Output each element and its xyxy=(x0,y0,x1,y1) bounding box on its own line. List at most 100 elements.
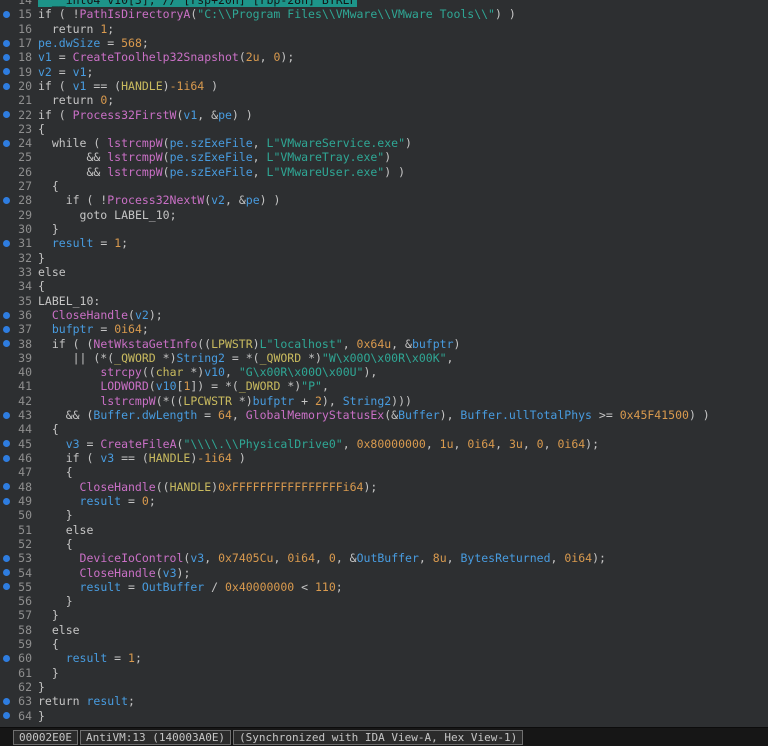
code-line[interactable]: 55 result = OutBuffer / 0x40000000 < 110… xyxy=(0,580,768,594)
code-line[interactable]: 53 DeviceIoControl(v3, 0x7405Cu, 0i64, 0… xyxy=(0,551,768,565)
code-line[interactable]: 64} xyxy=(0,709,768,723)
code-line[interactable]: 15 if ( !PathIsDirectoryA("C:\\Program Fi… xyxy=(0,7,768,21)
address-dot-icon[interactable] xyxy=(0,497,13,505)
address-dot-icon[interactable] xyxy=(0,569,13,577)
code-text[interactable]: { xyxy=(32,465,73,479)
code-text[interactable]: } xyxy=(32,709,45,723)
code-text[interactable]: if ( (NetWkstaGetInfo((LPWSTR)L"localhos… xyxy=(32,337,461,351)
code-line[interactable]: 39 || (*(_QWORD *)String2 = *(_QWORD *)"… xyxy=(0,351,768,365)
address-dot-icon[interactable] xyxy=(0,712,13,720)
code-text[interactable]: bufptr = 0i64; xyxy=(32,322,149,336)
code-text[interactable]: goto LABEL_10; xyxy=(32,208,177,222)
code-line[interactable]: 18 v1 = CreateToolhelp32Snapshot(2u, 0); xyxy=(0,50,768,64)
code-text[interactable]: result = 1; xyxy=(32,651,142,665)
address-dot-icon[interactable] xyxy=(0,583,13,591)
code-text[interactable]: CloseHandle(v2); xyxy=(32,308,163,322)
code-line[interactable]: 59 { xyxy=(0,637,768,651)
address-dot-icon[interactable] xyxy=(0,139,13,147)
code-line[interactable]: 30 } xyxy=(0,222,768,236)
address-dot-icon[interactable] xyxy=(0,53,13,61)
code-line[interactable]: 42 lstrcmpW(*((LPCWSTR *)bufptr + 2), St… xyxy=(0,394,768,408)
code-line[interactable]: 52 { xyxy=(0,537,768,551)
code-text[interactable]: if ( !PathIsDirectoryA("C:\\Program File… xyxy=(32,7,516,21)
code-line[interactable]: 35 LABEL_10: xyxy=(0,294,768,308)
code-line[interactable]: 40 strcpy((char *)v10, "G\x00R\x00O\x00U… xyxy=(0,365,768,379)
code-text[interactable]: CloseHandle((HANDLE)0xFFFFFFFFFFFFFFFFi6… xyxy=(32,480,378,494)
code-text[interactable]: } xyxy=(32,594,73,608)
code-line[interactable]: 44 { xyxy=(0,422,768,436)
code-line[interactable]: 37 bufptr = 0i64; xyxy=(0,322,768,336)
code-line[interactable]: 43 && (Buffer.dwLength = 64, GlobalMemor… xyxy=(0,408,768,422)
code-line[interactable]: 62} xyxy=(0,680,768,694)
code-line[interactable]: 48 CloseHandle((HANDLE)0xFFFFFFFFFFFFFFF… xyxy=(0,480,768,494)
address-dot-icon[interactable] xyxy=(0,454,13,462)
code-line[interactable]: 49 result = 0; xyxy=(0,494,768,508)
code-text[interactable]: && (Buffer.dwLength = 64, GlobalMemorySt… xyxy=(32,408,710,422)
address-dot-icon[interactable] xyxy=(0,655,13,663)
code-text[interactable]: { xyxy=(32,537,73,551)
code-line[interactable]: 51 else xyxy=(0,523,768,537)
code-line[interactable]: 14 __int64 v10[3]; // [rsp+20h] [rbp-28h… xyxy=(0,0,768,7)
code-text[interactable]: } xyxy=(32,508,73,522)
address-dot-icon[interactable] xyxy=(0,325,13,333)
code-text[interactable]: return result; xyxy=(32,694,135,708)
code-line[interactable]: 25 && lstrcmpW(pe.szExeFile, L"VMwareTra… xyxy=(0,150,768,164)
code-text[interactable]: DeviceIoControl(v3, 0x7405Cu, 0i64, 0, &… xyxy=(32,551,606,565)
code-text[interactable]: result = 0; xyxy=(32,494,156,508)
code-line[interactable]: 38 if ( (NetWkstaGetInfo((LPWSTR)L"local… xyxy=(0,337,768,351)
code-line[interactable]: 54 CloseHandle(v3); xyxy=(0,566,768,580)
code-text[interactable]: pe.dwSize = 568; xyxy=(32,36,149,50)
code-line[interactable]: 60 result = 1; xyxy=(0,651,768,665)
code-text[interactable]: || (*(_QWORD *)String2 = *(_QWORD *)"W\x… xyxy=(32,351,454,365)
code-text[interactable]: __int64 v10[3]; // [rsp+20h] [rbp-28h] B… xyxy=(32,0,357,7)
code-text[interactable]: lstrcmpW(*((LPCWSTR *)bufptr + 2), Strin… xyxy=(32,394,412,408)
code-area[interactable]: 14 __int64 v10[3]; // [rsp+20h] [rbp-28h… xyxy=(0,0,768,723)
code-line[interactable]: 47 { xyxy=(0,465,768,479)
code-line[interactable]: 31 result = 1; xyxy=(0,236,768,250)
code-line[interactable]: 23 { xyxy=(0,122,768,136)
code-line[interactable]: 56 } xyxy=(0,594,768,608)
code-text[interactable]: v1 = CreateToolhelp32Snapshot(2u, 0); xyxy=(32,50,294,64)
code-text[interactable]: } xyxy=(32,680,45,694)
code-line[interactable]: 45 v3 = CreateFileA("\\\\.\\PhysicalDriv… xyxy=(0,437,768,451)
address-dot-icon[interactable] xyxy=(0,483,13,491)
code-line[interactable]: 58 else xyxy=(0,623,768,637)
code-line[interactable]: 16 return 1; xyxy=(0,22,768,36)
code-line[interactable]: 32} xyxy=(0,251,768,265)
address-dot-icon[interactable] xyxy=(0,554,13,562)
code-text[interactable]: CloseHandle(v3); xyxy=(32,566,191,580)
address-dot-icon[interactable] xyxy=(0,311,13,319)
code-text[interactable]: v2 = v1; xyxy=(32,65,93,79)
code-text[interactable]: else xyxy=(32,623,80,637)
code-line[interactable]: 26 && lstrcmpW(pe.szExeFile, L"VMwareUse… xyxy=(0,165,768,179)
code-line[interactable]: 61 } xyxy=(0,666,768,680)
code-line[interactable]: 34 { xyxy=(0,279,768,293)
code-text[interactable]: LABEL_10: xyxy=(32,294,100,308)
code-line[interactable]: 41 LODWORD(v10[1]) = *(_DWORD *)"P", xyxy=(0,379,768,393)
code-text[interactable]: v3 = CreateFileA("\\\\.\\PhysicalDrive0"… xyxy=(32,437,599,451)
code-line[interactable]: 21 return 0; xyxy=(0,93,768,107)
address-dot-icon[interactable] xyxy=(0,82,13,90)
code-text[interactable]: { xyxy=(32,279,45,293)
address-dot-icon[interactable] xyxy=(0,239,13,247)
code-line[interactable]: 22 if ( Process32FirstW(v1, &pe) ) xyxy=(0,108,768,122)
code-text[interactable]: } xyxy=(32,608,59,622)
code-text[interactable]: strcpy((char *)v10, "G\x00R\x00O\x00U"), xyxy=(32,365,377,379)
code-text[interactable]: if ( v1 == (HANDLE)-1i64 ) xyxy=(32,79,218,93)
code-text[interactable]: { xyxy=(32,637,59,651)
code-text[interactable]: { xyxy=(32,422,59,436)
address-dot-icon[interactable] xyxy=(0,340,13,348)
code-line[interactable]: 33 else xyxy=(0,265,768,279)
code-text[interactable]: if ( v3 == (HANDLE)-1i64 ) xyxy=(32,451,246,465)
code-line[interactable]: 36 CloseHandle(v2); xyxy=(0,308,768,322)
code-text[interactable]: } xyxy=(32,222,59,236)
code-text[interactable]: return 1; xyxy=(32,22,114,36)
code-text[interactable]: && lstrcmpW(pe.szExeFile, L"VMwareTray.e… xyxy=(32,150,391,164)
address-dot-icon[interactable] xyxy=(0,68,13,76)
address-dot-icon[interactable] xyxy=(0,10,13,18)
address-dot-icon[interactable] xyxy=(0,411,13,419)
code-text[interactable]: else xyxy=(32,523,94,537)
address-dot-icon[interactable] xyxy=(0,697,13,705)
code-line[interactable]: 24 while ( lstrcmpW(pe.szExeFile, L"VMwa… xyxy=(0,136,768,150)
code-text[interactable]: return 0; xyxy=(32,93,114,107)
